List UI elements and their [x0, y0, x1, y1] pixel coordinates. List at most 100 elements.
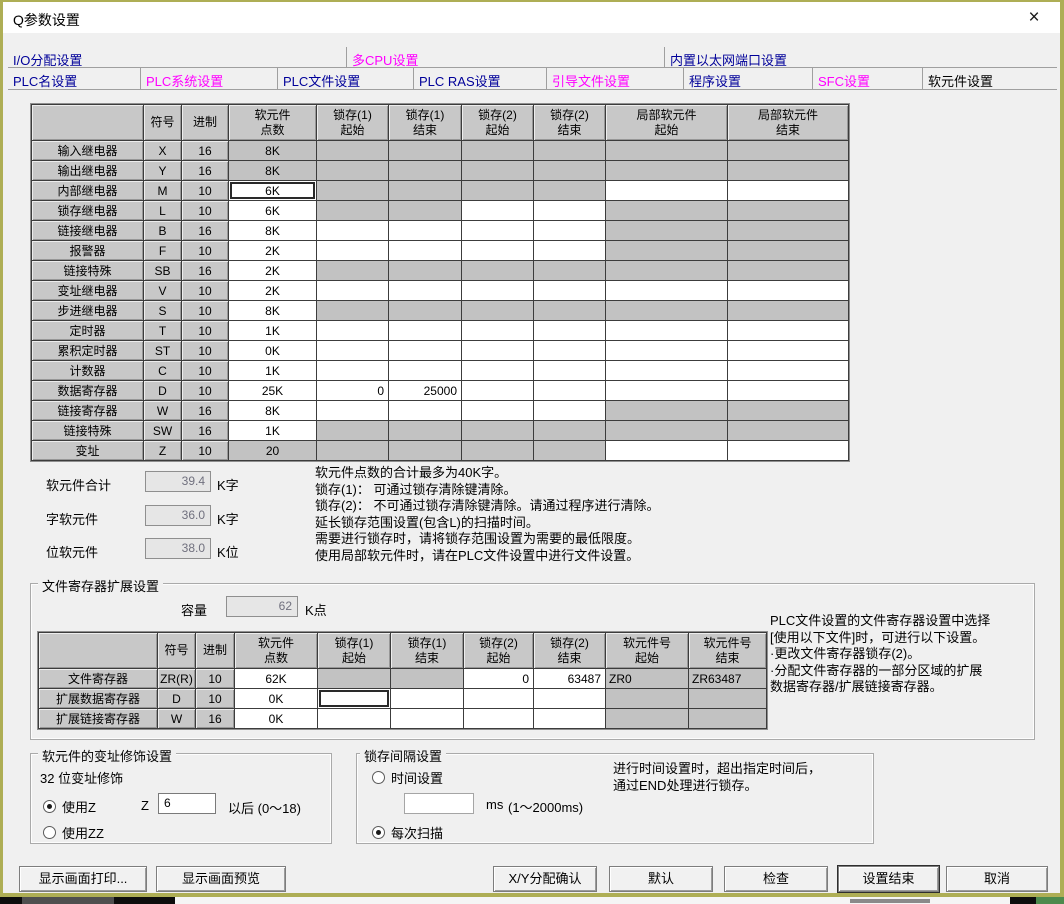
grid-cell[interactable]: [317, 341, 389, 361]
grid-cell[interactable]: 25000: [389, 381, 462, 401]
grid-cell[interactable]: [317, 361, 389, 381]
grid-cell[interactable]: [389, 341, 462, 361]
tab-multi-cpu[interactable]: 多CPU设置: [346, 47, 664, 67]
grid-cell[interactable]: [389, 401, 462, 421]
grid-cell[interactable]: [728, 381, 849, 401]
grid-cell[interactable]: [317, 221, 389, 241]
grid-cell[interactable]: [462, 361, 534, 381]
grid-cell[interactable]: 0K: [235, 689, 318, 709]
latch-time-ms-input[interactable]: [404, 793, 474, 814]
setting-end-button[interactable]: 设置结束: [838, 866, 939, 892]
grid-cell[interactable]: [464, 689, 534, 709]
grid-cell[interactable]: [606, 181, 728, 201]
grid-cell[interactable]: [462, 321, 534, 341]
grid-cell[interactable]: [389, 281, 462, 301]
grid-cell[interactable]: [606, 341, 728, 361]
radio-use-zz[interactable]: 使用ZZ: [43, 823, 104, 842]
grid-cell[interactable]: 0: [464, 669, 534, 689]
grid-cell[interactable]: 25K: [229, 381, 317, 401]
tab-plc-system[interactable]: PLC系统设置: [140, 68, 277, 89]
grid-cell[interactable]: [606, 321, 728, 341]
grid-cell[interactable]: [389, 221, 462, 241]
grid-cell[interactable]: [534, 201, 606, 221]
tab-boot-file[interactable]: 引导文件设置: [546, 68, 683, 89]
grid-cell[interactable]: [389, 321, 462, 341]
grid-cell[interactable]: 6K: [229, 201, 317, 221]
default-button[interactable]: 默认: [609, 866, 713, 892]
grid-cell[interactable]: [606, 361, 728, 381]
grid-cell[interactable]: [317, 281, 389, 301]
grid-cell[interactable]: [464, 709, 534, 729]
grid-cell[interactable]: [728, 321, 849, 341]
grid-cell[interactable]: [389, 241, 462, 261]
grid-cell[interactable]: [391, 709, 464, 729]
grid-cell[interactable]: 1K: [229, 321, 317, 341]
grid-cell[interactable]: [318, 709, 391, 729]
grid-cell[interactable]: [462, 401, 534, 421]
radio-every-scan[interactable]: 每次扫描: [372, 823, 443, 842]
cancel-button[interactable]: 取消: [946, 866, 1048, 892]
grid-cell[interactable]: [534, 221, 606, 241]
radio-time-setting[interactable]: 时间设置: [372, 768, 443, 787]
grid-cell[interactable]: [462, 241, 534, 261]
grid-cell[interactable]: [606, 281, 728, 301]
tab-plc-file[interactable]: PLC文件设置: [277, 68, 413, 89]
grid-cell[interactable]: 2K: [229, 241, 317, 261]
z-start-input[interactable]: 6: [158, 793, 216, 814]
grid-cell[interactable]: 2K: [229, 281, 317, 301]
grid-cell[interactable]: 0K: [235, 709, 318, 729]
grid-cell[interactable]: [462, 221, 534, 241]
grid-cell[interactable]: [606, 381, 728, 401]
tab-plc-ras[interactable]: PLC RAS设置: [413, 68, 546, 89]
tab-builtin-ethernet-port[interactable]: 内置以太网端口设置: [664, 47, 1056, 67]
tab-device[interactable]: 软元件设置: [922, 68, 1056, 89]
grid-cell[interactable]: 8K: [229, 221, 317, 241]
grid-cell[interactable]: 8K: [229, 401, 317, 421]
grid-cell[interactable]: [534, 381, 606, 401]
grid-cell[interactable]: [534, 361, 606, 381]
grid-cell[interactable]: 0: [317, 381, 389, 401]
grid-cell[interactable]: [728, 341, 849, 361]
grid-cell[interactable]: 0K: [229, 341, 317, 361]
grid-cell[interactable]: [606, 441, 728, 461]
check-button[interactable]: 检查: [724, 866, 828, 892]
radio-use-z[interactable]: 使用Z: [43, 797, 96, 816]
grid-cell[interactable]: [534, 241, 606, 261]
grid-cell[interactable]: [534, 401, 606, 421]
grid-cell[interactable]: 1K: [229, 361, 317, 381]
xy-assignment-confirm-button[interactable]: X/Y分配确认: [493, 866, 597, 892]
grid-cell[interactable]: [534, 709, 606, 729]
grid-cell[interactable]: [462, 201, 534, 221]
grid-cell[interactable]: [534, 341, 606, 361]
grid-cell: [317, 421, 389, 441]
grid-cell[interactable]: [728, 361, 849, 381]
tab-plc-name[interactable]: PLC名设置: [8, 68, 140, 89]
grid-cell[interactable]: [317, 241, 389, 261]
grid-cell[interactable]: [462, 381, 534, 401]
grid-cell[interactable]: [534, 321, 606, 341]
grid-cell[interactable]: [389, 361, 462, 381]
grid-cell[interactable]: [317, 401, 389, 421]
grid-cell[interactable]: [318, 689, 391, 709]
screen-print-button[interactable]: 显示画面打印...: [19, 866, 147, 892]
grid-cell[interactable]: [728, 281, 849, 301]
grid-cell[interactable]: 63487: [534, 669, 606, 689]
grid-cell[interactable]: 1K: [229, 421, 317, 441]
screen-preview-button[interactable]: 显示画面预览: [156, 866, 286, 892]
tab-io-assignment[interactable]: I/O分配设置: [8, 47, 346, 67]
grid-cell[interactable]: [462, 281, 534, 301]
grid-cell[interactable]: [391, 689, 464, 709]
tab-sfc[interactable]: SFC设置: [812, 68, 922, 89]
grid-cell[interactable]: [728, 181, 849, 201]
grid-cell[interactable]: [534, 281, 606, 301]
grid-cell[interactable]: 2K: [229, 261, 317, 281]
grid-cell[interactable]: 62K: [235, 669, 318, 689]
grid-cell[interactable]: [462, 341, 534, 361]
close-icon[interactable]: ×: [1022, 6, 1046, 30]
grid-cell[interactable]: [534, 689, 606, 709]
grid-cell[interactable]: 8K: [229, 301, 317, 321]
tab-program[interactable]: 程序设置: [683, 68, 812, 89]
grid-cell[interactable]: 6K: [229, 181, 317, 201]
grid-cell[interactable]: [728, 441, 849, 461]
grid-cell[interactable]: [317, 321, 389, 341]
